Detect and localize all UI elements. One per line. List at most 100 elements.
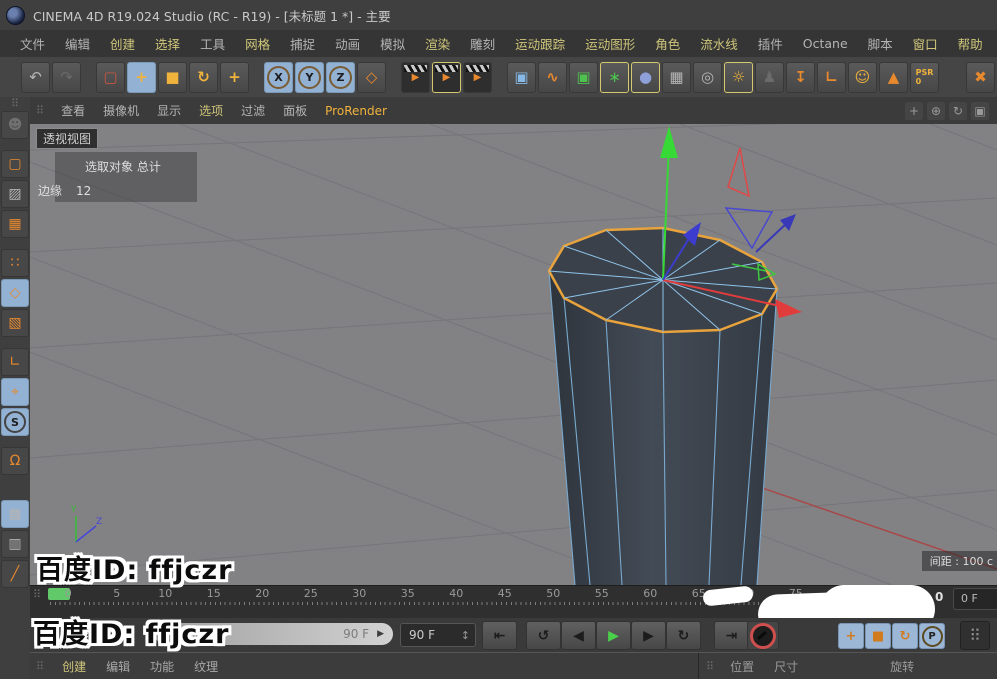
gizmo-y-arrow[interactable] xyxy=(660,126,678,158)
prev-frame-button[interactable]: ◀ xyxy=(561,621,596,650)
rotate-tool[interactable]: ↻ xyxy=(189,61,218,93)
viewport-menu-item[interactable]: 面板 xyxy=(274,102,316,119)
timeline-grip[interactable]: ⠿ xyxy=(33,589,41,600)
light-button[interactable]: ☼ xyxy=(724,61,753,93)
prev-key-button[interactable]: ↺ xyxy=(526,621,561,650)
goto-start-button[interactable]: ⇤ xyxy=(482,621,517,650)
render-settings-button[interactable]: ▶ xyxy=(463,61,492,93)
viewport-grip[interactable]: ⠿ xyxy=(36,105,44,116)
play-button[interactable]: ▶ xyxy=(596,621,631,650)
render-picture-button[interactable]: ▶ xyxy=(432,61,461,93)
mograph-button[interactable]: ∗ xyxy=(600,61,629,93)
view-zoom-icon[interactable]: ⊕ xyxy=(927,101,945,120)
last-tool[interactable]: + xyxy=(220,61,249,93)
character-button[interactable]: ♟ xyxy=(755,61,784,93)
bottom-menu-item[interactable]: 编辑 xyxy=(96,658,140,675)
bottom-menu-item[interactable]: 纹理 xyxy=(184,658,228,675)
tweak-mode-button[interactable]: ⌖ xyxy=(1,378,29,406)
axis-mode-button[interactable]: ∟ xyxy=(1,348,29,376)
bottom-menu-item[interactable]: 功能 xyxy=(140,658,184,675)
coords-manager-button[interactable]: ∟ xyxy=(817,61,846,93)
menu-item[interactable]: 脚本 xyxy=(858,34,903,53)
menu-item[interactable]: 编辑 xyxy=(55,34,100,53)
bake-button[interactable]: ↧ xyxy=(786,61,815,93)
sculpt-mode-button[interactable]: ☻ xyxy=(1,111,29,139)
undo-button[interactable]: ↶ xyxy=(21,61,50,93)
move-tool[interactable]: + xyxy=(127,61,156,93)
next-key-button[interactable]: ↻ xyxy=(666,621,701,650)
workplane-mode-button[interactable]: ▦ xyxy=(1,210,29,238)
menu-item[interactable]: 工具 xyxy=(190,34,235,53)
menu-item[interactable]: 渲染 xyxy=(415,34,460,53)
camera-button[interactable]: ◎ xyxy=(693,61,722,93)
menu-item[interactable]: 角色 xyxy=(645,34,690,53)
edges-mode-button[interactable]: ◇ xyxy=(1,279,29,307)
magnet-tool-button[interactable]: Ω xyxy=(1,447,29,475)
psr-reset-button[interactable]: PSR 0 xyxy=(910,61,939,93)
lock-y-button[interactable]: Y xyxy=(295,61,324,93)
spline-pen-button[interactable]: ∿ xyxy=(538,61,567,93)
environment-button[interactable]: ▦ xyxy=(662,61,691,93)
handle-red-flag[interactable] xyxy=(727,147,750,198)
menu-item[interactable]: 动画 xyxy=(325,34,370,53)
view-toggle-icon[interactable]: ▣ xyxy=(971,101,989,120)
menu-item[interactable]: 帮助 xyxy=(948,34,993,53)
layout-toggle-button[interactable]: ✖ xyxy=(966,61,995,93)
view-label[interactable]: 透视视图 xyxy=(36,128,99,149)
menu-item[interactable]: 窗口 xyxy=(903,34,948,53)
scale-tool[interactable]: ■ xyxy=(158,61,187,93)
coords-grip[interactable]: ⠿ xyxy=(706,661,714,672)
handle-blue-triangle[interactable] xyxy=(724,207,774,250)
menu-item[interactable]: 运动图形 xyxy=(575,34,645,53)
viewport-canvas[interactable]: 透视视图 选取对象 总计 边缘 12 间距 : 100 c Y Z xyxy=(30,124,997,585)
view-pan-icon[interactable]: + xyxy=(905,101,923,120)
menu-item[interactable]: 运动跟踪 xyxy=(505,34,575,53)
menu-item[interactable]: Octane xyxy=(793,36,858,51)
coord-system-button[interactable]: ◇ xyxy=(357,61,386,93)
gizmo-x-arrow[interactable] xyxy=(775,299,802,318)
add-primitive-button[interactable]: ▣ xyxy=(507,61,536,93)
points-mode-button[interactable]: ∷ xyxy=(1,249,29,277)
viewport-menu-item[interactable]: ProRender xyxy=(316,104,396,118)
menu-item[interactable]: 雕刻 xyxy=(460,34,505,53)
menu-item[interactable]: 模拟 xyxy=(370,34,415,53)
bottom-menu-item[interactable]: 创建 xyxy=(52,658,96,675)
viewport-menu-item[interactable]: 显示 xyxy=(148,102,190,119)
lock-z-button[interactable]: Z xyxy=(326,61,355,93)
key-position-button[interactable]: + xyxy=(838,623,864,649)
lock-x-button[interactable]: X xyxy=(264,61,293,93)
snap-settings-button[interactable]: ▲ xyxy=(879,61,908,93)
goto-end-button[interactable]: ⇥ xyxy=(714,621,749,650)
menu-item[interactable]: 文件 xyxy=(10,34,55,53)
menu-item[interactable]: 流水线 xyxy=(690,34,748,53)
menu-item[interactable]: 网格 xyxy=(235,34,280,53)
texture-mode-button[interactable]: ▨ xyxy=(1,180,29,208)
key-parameter-button[interactable]: P xyxy=(919,623,945,649)
viewport-menu-item[interactable]: 选项 xyxy=(190,102,232,119)
menu-item[interactable]: 插件 xyxy=(748,34,793,53)
viewport-menu-item[interactable]: 过滤 xyxy=(232,102,274,119)
snap-toggle-button[interactable]: S xyxy=(1,408,29,436)
workplane-lock-button[interactable]: ▦ xyxy=(1,500,29,528)
end-frame-field[interactable]: 0 F xyxy=(953,588,997,610)
workplane-align-button[interactable]: ▥ xyxy=(1,530,29,558)
max-frame-spinner[interactable]: 90 F ↕ xyxy=(400,623,476,647)
knife-tool-button[interactable]: ╱ xyxy=(1,560,29,588)
model-mode-button[interactable]: ▢ xyxy=(1,150,29,178)
key-rotation-button[interactable]: ↻ xyxy=(892,623,918,649)
menu-item[interactable]: 创建 xyxy=(100,34,145,53)
next-frame-button[interactable]: ▶ xyxy=(631,621,666,650)
redo-button[interactable]: ↷ xyxy=(52,61,81,93)
menu-item[interactable]: 选择 xyxy=(145,34,190,53)
keyframe-selection-grid[interactable]: ⠿ xyxy=(960,621,990,650)
deformers-button[interactable]: ● xyxy=(631,61,660,93)
generators-button[interactable]: ▣ xyxy=(569,61,598,93)
viewport-menu-item[interactable]: 查看 xyxy=(52,102,94,119)
viewport-menu-item[interactable]: 摄像机 xyxy=(94,102,148,119)
sidebar-grip[interactable]: ⠿ xyxy=(11,98,19,109)
bottom-grip[interactable]: ⠿ xyxy=(36,661,44,672)
menu-item[interactable]: 捕捉 xyxy=(280,34,325,53)
view-rotate-icon[interactable]: ↻ xyxy=(949,101,967,120)
live-selection-tool[interactable]: ▢ xyxy=(96,61,125,93)
render-view-button[interactable]: ▶ xyxy=(401,61,430,93)
